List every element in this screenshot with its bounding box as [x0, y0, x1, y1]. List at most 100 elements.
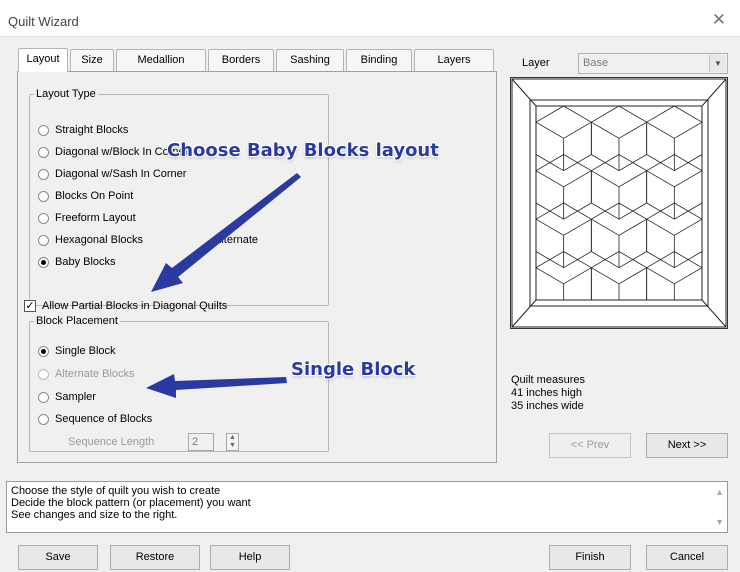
block-edge [674, 105, 703, 123]
tab-binding[interactable]: Binding [346, 49, 412, 71]
radio-label: Sampler [55, 391, 96, 403]
radio-alternate-blocks: Alternate Blocks [38, 366, 134, 382]
tab-layout[interactable]: Layout [18, 48, 68, 72]
sequence-length-text: Sequence Length [68, 436, 155, 448]
next-button[interactable]: Next >> [646, 433, 728, 458]
help-line: See changes and size to the right. [11, 509, 178, 521]
radio-button[interactable] [38, 124, 49, 136]
radio-button [38, 368, 49, 380]
layer-label: Layer [522, 57, 550, 69]
chevron-down-icon[interactable]: ▼ [709, 55, 726, 72]
block-edge [591, 105, 620, 123]
radio-button[interactable] [38, 413, 49, 425]
layer-select[interactable]: Base ▼ [578, 53, 728, 74]
block-edge [563, 170, 592, 188]
help-text-box: Choose the style of quilt you wish to cr… [6, 481, 728, 533]
radio-button[interactable] [38, 256, 49, 268]
block-edge [618, 121, 647, 139]
check-icon[interactable]: ✓ [24, 300, 36, 312]
scroll-down-icon[interactable]: ▼ [715, 516, 724, 528]
spin-up-icon[interactable]: ▲ [227, 434, 238, 442]
block-edge [563, 267, 592, 285]
tab-layers[interactable]: Layers [414, 49, 494, 71]
sequence-length-input[interactable]: 2 [188, 433, 214, 451]
radio-label: Baby Blocks [55, 256, 116, 268]
block-edge [674, 121, 703, 139]
block-edge [618, 105, 647, 123]
radio-blocks-on-point[interactable]: Blocks On Point [38, 188, 133, 204]
block-edge [563, 218, 592, 236]
layer-select-value: Base [583, 57, 609, 69]
tab-medallion[interactable]: Medallion [116, 49, 206, 71]
block-edge [591, 121, 620, 139]
block-edge [563, 105, 592, 123]
quilt-preview [510, 77, 728, 329]
baby-blocks-pattern [535, 105, 703, 301]
radio-freeform-layout[interactable]: Freeform Layout [38, 210, 136, 226]
block-edge [535, 105, 564, 123]
block-edge [618, 170, 647, 188]
cancel-button[interactable]: Cancel [646, 545, 728, 570]
block-edge [646, 105, 675, 123]
radio-label: Single Block [55, 345, 116, 357]
radio-label: Alternate Blocks [55, 368, 135, 380]
layout-type-legend: Layout Type [36, 88, 96, 100]
radio-button[interactable] [38, 168, 49, 180]
finish-button[interactable]: Finish [549, 545, 631, 570]
block-edge [591, 267, 620, 285]
radio-label: Blocks On Point [55, 190, 134, 202]
tab-borders[interactable]: Borders [208, 49, 274, 71]
dialog-body: Layout Size Medallion Borders Sashing Bi… [0, 37, 740, 572]
radio-label: Sequence of Blocks [55, 413, 153, 425]
block-edge [646, 218, 675, 236]
radio-button[interactable] [38, 391, 49, 403]
block-edge [646, 267, 675, 285]
checkbox-alternate[interactable]: Alternate [214, 232, 258, 248]
save-button[interactable]: Save [18, 545, 98, 570]
radio-button[interactable] [38, 212, 49, 224]
radio-button[interactable] [38, 146, 49, 158]
radio-button[interactable] [38, 190, 49, 202]
block-edge [674, 170, 703, 188]
checkbox-label: Allow Partial Blocks in Diagonal Quilts [42, 300, 228, 312]
block-edge [535, 170, 564, 188]
block-edge [591, 218, 620, 236]
callout-single-block: Single Block [291, 359, 416, 380]
radio-diagonal-sash-corner[interactable]: Diagonal w/Sash In Corner [38, 166, 186, 182]
window-title: Quilt Wizard [8, 14, 79, 29]
radio-button[interactable] [38, 345, 49, 357]
block-edge [646, 170, 675, 188]
sequence-length-spinner[interactable]: ▲ ▼ [226, 433, 239, 451]
block-edge [535, 121, 564, 139]
radio-diagonal-block-corner[interactable]: Diagonal w/Block In Corner [38, 144, 188, 160]
quilt-width: 35 inches wide [511, 400, 584, 412]
prev-button: << Prev [549, 433, 631, 458]
radio-sequence-of-blocks[interactable]: Sequence of Blocks [38, 411, 152, 427]
alternate-label: Alternate [214, 234, 259, 246]
spin-down-icon[interactable]: ▼ [227, 442, 238, 450]
help-line: Decide the block pattern (or placement) … [11, 497, 251, 509]
tab-size[interactable]: Size [70, 49, 114, 71]
tab-sashing[interactable]: Sashing [276, 49, 344, 71]
block-placement-group: Block Placement [29, 315, 329, 452]
sequence-length-label: Sequence Length [68, 434, 154, 450]
callout-baby-blocks: Choose Baby Blocks layout [167, 140, 439, 161]
allow-partial-blocks-checkbox[interactable]: ✓ Allow Partial Blocks in Diagonal Quilt… [24, 298, 227, 314]
radio-label: Hexagonal Blocks [55, 234, 144, 246]
scroll-up-icon[interactable]: ▲ [715, 486, 724, 498]
restore-button[interactable]: Restore [110, 545, 200, 570]
radio-straight-blocks[interactable]: Straight Blocks [38, 122, 128, 138]
close-icon[interactable]: ✕ [712, 10, 726, 30]
radio-button[interactable] [38, 234, 49, 246]
radio-baby-blocks[interactable]: Baby Blocks [38, 254, 116, 270]
radio-label: Straight Blocks [55, 124, 129, 136]
radio-hexagonal-blocks[interactable]: Hexagonal Blocks [38, 232, 143, 248]
radio-label: Diagonal w/Sash In Corner [55, 168, 187, 180]
radio-single-block[interactable]: Single Block [38, 343, 116, 359]
help-line: Choose the style of quilt you wish to cr… [11, 485, 221, 497]
block-edge [674, 267, 703, 285]
help-button[interactable]: Help [210, 545, 290, 570]
radio-sampler[interactable]: Sampler [38, 389, 96, 405]
block-edge [674, 218, 703, 236]
block-edge [535, 267, 564, 285]
